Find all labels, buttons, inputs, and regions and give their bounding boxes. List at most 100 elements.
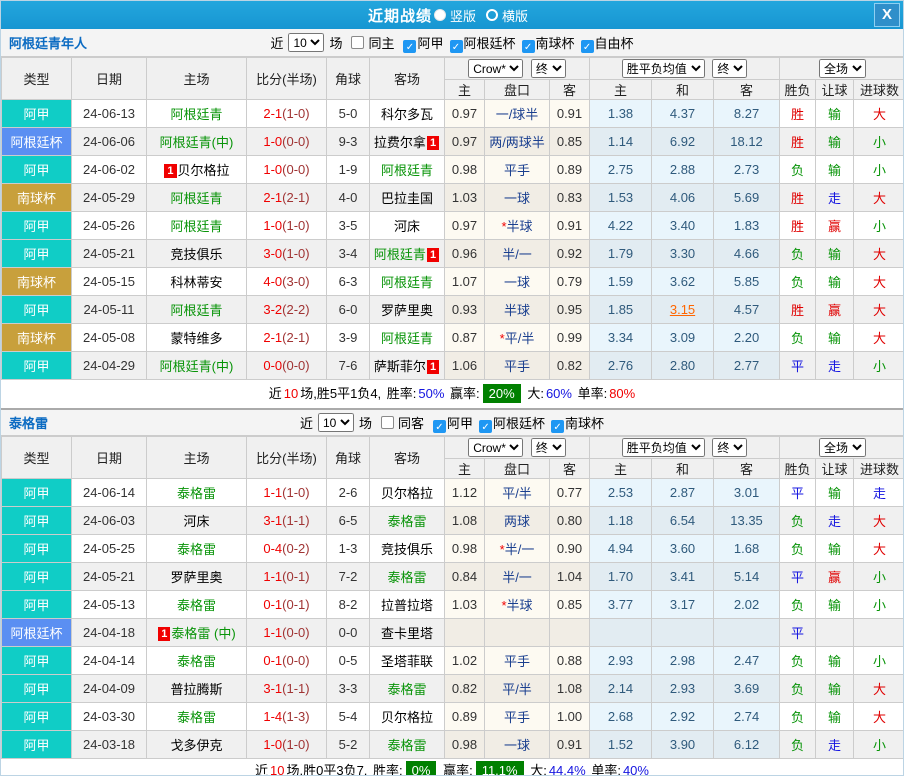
match-date-cell: 24-04-09 [72,675,147,703]
team-name: 罗萨里奥 [170,570,222,585]
summary-segment: 0% [406,761,437,776]
corner-cell: 7-6 [327,352,370,380]
home-team-cell: 泰格雷 [147,703,247,731]
league-checkbox[interactable]: ✓ [551,420,564,433]
same-venue-checkbox[interactable] [381,416,394,429]
home-team-cell: 阿根廷青(中) [147,352,247,380]
league-checkbox[interactable]: ✓ [403,40,416,53]
match-count-select[interactable]: 10 [288,33,324,52]
league-label: 阿根廷杯 [464,36,516,51]
avg-home-odds: 1.53 [590,184,652,212]
horizontal-radio-icon[interactable] [486,9,498,21]
away-team-cell: 阿根廷青 [370,156,445,184]
summary-segment: 胜率: [373,763,403,776]
goals-result-cell [854,619,904,647]
match-type-cell: 阿甲 [2,535,72,563]
avg-draw-odds: 6.92 [652,128,714,156]
final-wdl-select[interactable]: 终 [712,438,747,457]
match-date-cell: 24-06-13 [72,100,147,128]
match-row: 阿甲24-06-021贝尔格拉1-0(0-0)1-9阿根廷青0.98平手0.89… [2,156,904,184]
goals-result-cell: 小 [854,731,904,759]
league-checkbox[interactable]: ✓ [450,40,463,53]
avg-draw-odds: 3.30 [652,240,714,268]
crow-away-odds: 0.80 [550,507,590,535]
fulltime-select[interactable]: 全场 [819,438,866,457]
same-venue-checkbox[interactable] [351,36,364,49]
games-label: 场 [359,413,372,432]
result-cell: 胜 [780,128,816,156]
crow-home-odds: 1.12 [445,479,485,507]
result-cell: 负 [780,324,816,352]
match-row: 阿甲24-05-21罗萨里奥1-1(0-1)7-2泰格雷0.84半/一1.041… [2,563,904,591]
avg-home-odds: 2.53 [590,479,652,507]
home-team-cell: 阿根廷青(中) [147,128,247,156]
away-team-cell: 河床 [370,212,445,240]
odds-value: 4.57 [734,302,759,317]
league-checkbox[interactable]: ✓ [433,420,446,433]
crow-home-odds: 1.08 [445,507,485,535]
crow-home-odds: 0.96 [445,240,485,268]
match-row: 阿甲24-06-03河床3-1(1-1)6-5泰格雷1.08两球0.801.18… [2,507,904,535]
home-team-cell: 罗萨里奥 [147,563,247,591]
handicap-text: 平/半 [502,486,532,501]
col-away: 客场 [370,437,445,479]
avg-away-odds: 5.14 [714,563,780,591]
league-checkbox[interactable]: ✓ [479,420,492,433]
halftime-score: (1-1) [282,513,309,528]
odds-value: 2.92 [670,709,695,724]
odds-link[interactable]: 3.15 [670,302,695,317]
match-date-cell: 24-03-30 [72,703,147,731]
handicap-cell: *平/半 [485,324,550,352]
handicap-cell: 平手 [485,352,550,380]
col-avg-away: 客 [714,80,780,100]
summary-segment: 场,胜0平3负7, [287,763,372,776]
results-table: 类型 日期 主场 比分(半场) 角球 客场 Crow* 终 胜平负均值 终 [1,436,904,759]
result-cell: 平 [780,563,816,591]
summary-segment: 赢率: [446,386,479,401]
fulltime-select[interactable]: 全场 [819,59,866,78]
match-type-cell: 南球杯 [2,268,72,296]
home-team-cell: 阿根廷青 [147,184,247,212]
away-team-cell: 巴拉圭国 [370,184,445,212]
final-odds-select[interactable]: 终 [531,59,566,78]
col-crow-away: 客 [550,459,590,479]
avg-away-odds: 2.47 [714,647,780,675]
halftime-score: (0-0) [282,358,309,373]
fulltime-score: 2-1 [263,330,282,345]
col-date: 日期 [72,437,147,479]
team-name: 泰格雷 [177,542,216,557]
filter-bar: 近 10 场 同客 ✓阿甲✓阿根廷杯✓南球杯 [300,413,604,433]
goals-result-cell: 小 [854,128,904,156]
bookmaker-select[interactable]: Crow* [468,438,523,457]
away-team-cell: 竞技俱乐 [370,535,445,563]
vertical-radio-label[interactable]: 竖版 [450,6,476,25]
final-odds-select[interactable]: 终 [531,438,566,457]
wdl-avg-select[interactable]: 胜平负均值 [622,438,705,457]
handicap-cell: 半/一 [485,240,550,268]
avg-home-odds: 3.34 [590,324,652,352]
match-row: 阿根廷杯24-04-181泰格雷 (中)1-1(0-0)0-0查卡里塔平 [2,619,904,647]
avg-away-odds: 4.57 [714,296,780,324]
crow-away-odds: 0.85 [550,128,590,156]
match-date-cell: 24-04-14 [72,647,147,675]
wdl-avg-select[interactable]: 胜平负均值 [622,59,705,78]
league-checkbox[interactable]: ✓ [522,40,535,53]
league-label: 阿甲 [417,36,443,51]
horizontal-radio-label[interactable]: 横版 [502,6,528,25]
score-cell: 2-1(2-1) [247,324,327,352]
match-date-cell: 24-04-29 [72,352,147,380]
league-checkbox[interactable]: ✓ [581,40,594,53]
avg-away-odds: 2.74 [714,703,780,731]
final-wdl-select[interactable]: 终 [712,59,747,78]
match-row: 阿根廷杯24-06-06阿根廷青(中)1-0(0-0)9-3拉费尔拿10.97两… [2,128,904,156]
avg-home-odds: 1.52 [590,731,652,759]
handicap-cell: 一球 [485,268,550,296]
fulltime-score: 1-1 [263,625,282,640]
odds-value: 3.60 [670,541,695,556]
handicap-cell: *半球 [485,591,550,619]
vertical-radio-icon[interactable] [434,9,446,21]
match-count-select[interactable]: 10 [318,413,354,432]
close-button[interactable]: X [874,3,900,27]
bookmaker-select[interactable]: Crow* [468,59,523,78]
avg-home-odds: 3.77 [590,591,652,619]
